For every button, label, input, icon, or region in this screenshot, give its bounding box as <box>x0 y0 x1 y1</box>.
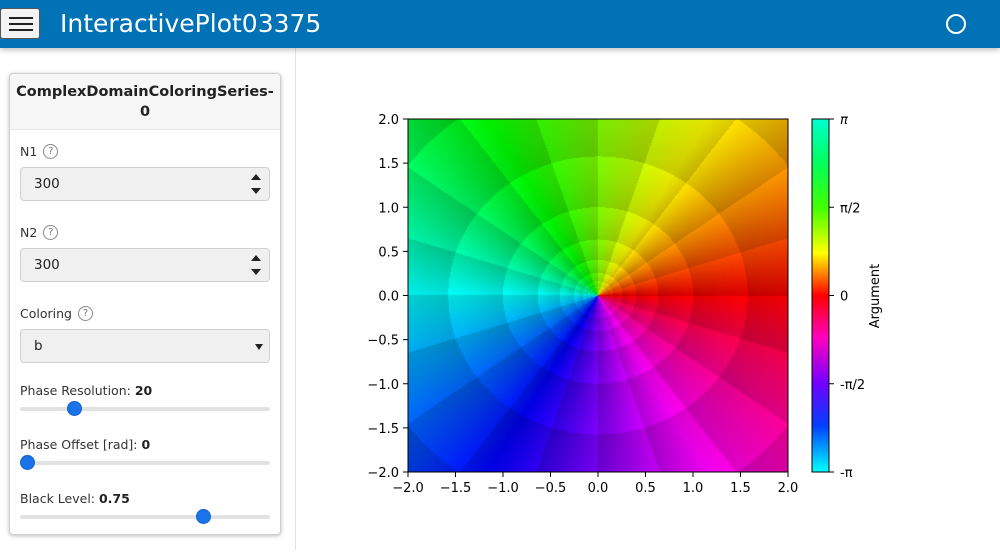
y-tick-label: 2.0 <box>378 113 399 128</box>
black-level-label-text: Black Level: <box>20 491 95 506</box>
n1-value: 300 <box>34 176 60 192</box>
phase-offset-label-text: Phase Offset [rad]: <box>20 437 138 452</box>
slider-handle[interactable] <box>67 401 82 416</box>
colorbar-tick-label: -π <box>840 466 853 481</box>
menu-line-icon <box>9 29 33 31</box>
y-tick-label: 1.0 <box>378 201 399 216</box>
slider-handle[interactable] <box>20 455 35 470</box>
black-level-slider[interactable] <box>20 509 270 524</box>
colorbar-label: Argument <box>868 264 883 329</box>
colorbar-tick-label: π/2 <box>840 201 860 216</box>
domain-coloring-figure[interactable]: −2.0 −1.5 −1.0 −0.5 0.0 0.5 1.0 1.5 2.0 2.0 1.5 1.… <box>297 48 989 550</box>
hamburger-menu-button[interactable] <box>0 8 40 39</box>
n2-label-row: N2 ? <box>20 225 59 240</box>
x-tick-label: 2.0 <box>778 481 799 496</box>
n2-value: 300 <box>34 257 60 273</box>
y-tick-label: −1.0 <box>367 378 399 393</box>
colorbar-tick-label: π <box>840 113 848 128</box>
x-tick-label: −2.0 <box>392 481 424 496</box>
colorbar-tick-label: 0 <box>840 290 848 305</box>
phase-resolution-label-text: Phase Resolution: <box>20 383 131 398</box>
n1-stepper[interactable] <box>251 172 261 196</box>
help-icon[interactable]: ? <box>77 306 93 321</box>
n1-label-row: N1 ? <box>20 144 59 159</box>
phase-resolution-value: 20 <box>134 383 153 398</box>
x-tick-label: 1.0 <box>683 481 704 496</box>
colorbar <box>811 118 830 473</box>
black-level-label: Black Level: 0.75 <box>20 491 130 506</box>
plot-area: −2.0 −1.5 −1.0 −0.5 0.0 0.5 1.0 1.5 2.0 2.0 1.5 1.… <box>297 48 989 550</box>
n2-label: N2 <box>20 225 38 240</box>
menu-line-icon <box>9 23 33 25</box>
phase-resolution-label: Phase Resolution: 20 <box>20 383 152 398</box>
domain-coloring-image[interactable] <box>408 119 788 472</box>
y-tick-label: −2.0 <box>367 466 399 481</box>
x-axis-ticks: −2.0 −1.5 −1.0 −0.5 0.0 0.5 1.0 1.5 2.0 <box>392 472 798 496</box>
chevron-down-icon <box>255 344 263 350</box>
y-tick-label: 1.5 <box>378 157 399 172</box>
x-tick-label: −1.5 <box>440 481 472 496</box>
busy-indicator-icon <box>946 14 966 34</box>
y-tick-label: 0.0 <box>378 290 399 305</box>
colorbar-tick-label: -π/2 <box>840 378 865 393</box>
menu-line-icon <box>9 17 33 19</box>
x-tick-label: −1.0 <box>487 481 519 496</box>
y-tick-label: −1.5 <box>367 422 399 437</box>
coloring-select[interactable]: b <box>20 329 270 363</box>
y-tick-label: 0.5 <box>378 245 399 260</box>
coloring-label-row: Coloring ? <box>20 306 93 321</box>
card-header: ComplexDomainColoringSeries-0 <box>10 74 280 130</box>
phase-resolution-slider[interactable] <box>20 401 270 416</box>
decrement-icon[interactable] <box>251 188 261 194</box>
phase-offset-slider[interactable] <box>20 455 270 470</box>
x-tick-label: −0.5 <box>535 481 567 496</box>
n1-input[interactable]: 300 <box>20 167 270 201</box>
colorbar-ticks: π π/2 0 -π/2 -π <box>829 113 865 481</box>
x-tick-label: 1.5 <box>730 481 751 496</box>
help-icon[interactable]: ? <box>43 225 59 240</box>
y-tick-label: −0.5 <box>367 334 399 349</box>
coloring-value: b <box>34 338 43 354</box>
phase-offset-label: Phase Offset [rad]: 0 <box>20 437 150 452</box>
n2-input[interactable]: 300 <box>20 248 270 282</box>
app-title: InteractivePlot03375 <box>60 9 322 38</box>
x-tick-label: 0.0 <box>588 481 609 496</box>
slider-handle[interactable] <box>196 509 212 524</box>
n2-stepper[interactable] <box>251 253 261 277</box>
y-axis-ticks: 2.0 1.5 1.0 0.5 0.0 −0.5 −1.0 −1.5 −2.0 <box>367 113 408 481</box>
help-icon[interactable]: ? <box>43 144 59 159</box>
n1-label: N1 <box>20 144 38 159</box>
increment-icon[interactable] <box>251 174 261 180</box>
series-settings-card: ComplexDomainColoringSeries-0 N1 ? 300 N… <box>9 73 281 535</box>
black-level-value: 0.75 <box>98 491 130 506</box>
decrement-icon[interactable] <box>251 269 261 275</box>
phase-offset-value: 0 <box>141 437 151 452</box>
top-bar: InteractivePlot03375 <box>0 0 1000 48</box>
increment-icon[interactable] <box>251 255 261 261</box>
sidebar: ComplexDomainColoringSeries-0 N1 ? 300 N… <box>0 48 296 550</box>
x-tick-label: 0.5 <box>635 481 656 496</box>
coloring-label: Coloring <box>20 306 72 321</box>
